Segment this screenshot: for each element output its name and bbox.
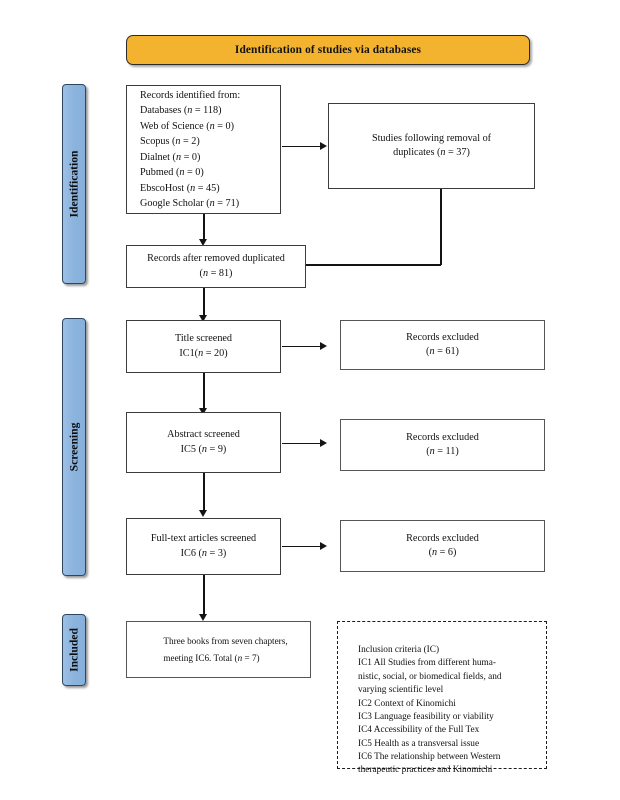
- included-result-text: Three books from seven chapters, meeting…: [163, 636, 288, 663]
- connector-identified-down: [203, 214, 205, 240]
- box-records-after-duplicates: Records after removed duplicated (n = 81…: [126, 245, 306, 288]
- connector-identified-to-duplicates: [282, 145, 320, 148]
- prisma-flow-diagram: Identification of studies via databases …: [0, 0, 620, 800]
- box-excluded-title: Records excluded (n = 61): [340, 320, 545, 370]
- connector-title-to-excluded: [282, 345, 320, 348]
- inclusion-criteria-heading: Inclusion criteria (IC): [358, 645, 440, 655]
- inclusion-criteria-item-3: IC3 Language feasibility or viability: [358, 711, 494, 722]
- panel-inclusion-criteria: Inclusion criteria (IC) IC1 All Studies …: [337, 621, 547, 775]
- arrowhead-fulltext-to-excluded: [320, 542, 327, 550]
- phase-label-screening: Screening: [67, 422, 81, 472]
- connector-duplicates-down: [440, 189, 442, 265]
- phase-band-screening: Screening: [62, 318, 86, 576]
- arrowhead-title-to-excluded: [320, 342, 327, 350]
- connector-records-after-down: [203, 288, 205, 316]
- records-identified-text: Records identified from: Databases (n = …: [140, 89, 241, 210]
- arrowhead-identified-to-duplicates: [320, 142, 327, 150]
- identification-header-band: Identification of studies via databases: [126, 35, 530, 65]
- box-fulltext-screened: Full-text articles screened IC6 (n = 3): [126, 518, 281, 575]
- records-after-duplicates-text: Records after removed duplicated (n = 81…: [147, 253, 285, 279]
- box-excluded-abstract: Records excluded (n = 11): [340, 419, 545, 471]
- abstract-screened-text: Abstract screened IC5 (n = 9): [167, 429, 240, 455]
- phase-label-included: Included: [67, 628, 81, 672]
- excluded-fulltext-text: Records excluded (n = 6): [406, 532, 479, 558]
- identification-header-label: Identification of studies via databases: [234, 44, 422, 56]
- connector-duplicates-left: [300, 264, 441, 266]
- inclusion-criteria-item-4: IC4 Accessibility of the Full Tex: [358, 725, 480, 736]
- box-abstract-screened: Abstract screened IC5 (n = 9): [126, 412, 281, 473]
- box-records-identified: Records identified from: Databases (n = …: [126, 85, 281, 214]
- duplicates-removed-text: Studies following removal of duplicates …: [371, 132, 492, 158]
- arrowhead-abstract-down: [199, 510, 207, 517]
- arrowhead-fulltext-down: [199, 614, 207, 621]
- box-included-result: Three books from seven chapters, meeting…: [126, 621, 311, 678]
- title-screened-text: Title screened IC1(n = 20): [174, 333, 233, 359]
- connector-fulltext-to-excluded: [282, 545, 320, 548]
- connector-title-down: [203, 373, 205, 409]
- box-title-screened: Title screened IC1(n = 20): [126, 320, 281, 373]
- fulltext-screened-text: Full-text articles screened IC6 (n = 3): [150, 533, 257, 559]
- phase-band-identification: Identification: [62, 84, 86, 284]
- inclusion-criteria-item-5: IC5 Health as a transversal issue: [358, 738, 480, 749]
- excluded-abstract-text: Records excluded (n = 11): [406, 431, 479, 457]
- inclusion-criteria-item-6: IC6 The relationship between Western the…: [358, 752, 501, 776]
- arrowhead-abstract-to-excluded: [320, 439, 327, 447]
- inclusion-criteria-item-2: IC2 Context of Kinomichi: [358, 698, 456, 709]
- phase-label-identification: Identification: [67, 150, 81, 218]
- connector-fulltext-down: [203, 575, 205, 615]
- phase-band-included: Included: [62, 614, 86, 686]
- connector-abstract-down: [203, 473, 205, 511]
- box-excluded-fulltext: Records excluded (n = 6): [340, 520, 545, 572]
- excluded-title-text: Records excluded (n = 61): [406, 331, 479, 357]
- inclusion-criteria-item-1: IC1 All Studies from different huma- nis…: [358, 658, 502, 696]
- box-duplicates-removed: Studies following removal of duplicates …: [328, 103, 535, 189]
- connector-abstract-to-excluded: [282, 442, 320, 445]
